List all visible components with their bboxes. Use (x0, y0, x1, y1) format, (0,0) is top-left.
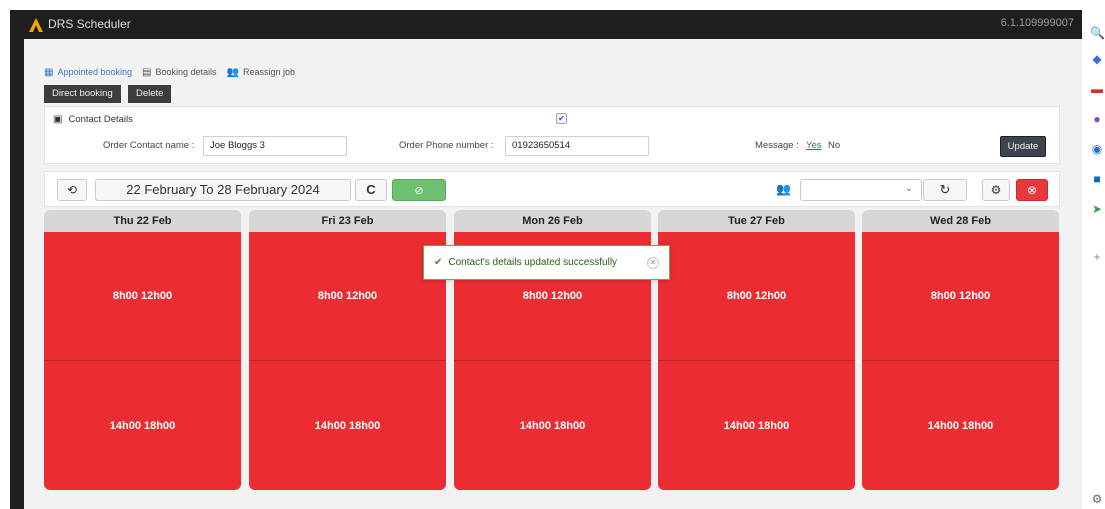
day-header: Mon 26 Feb (454, 210, 651, 232)
time-slot[interactable]: 8h00 12h00 (862, 232, 1059, 361)
tab-label: Reassign job (242, 67, 295, 77)
send-icon[interactable]: ➤ (1090, 202, 1104, 216)
copilot-icon[interactable]: ◉ (1090, 142, 1104, 156)
date-range-text: 22 February To 28 February 2024 (126, 182, 320, 197)
history-icon: ⟲ (66, 183, 78, 197)
reload-button[interactable]: ↻ (923, 179, 967, 201)
checkmark-icon: ✔ (434, 257, 443, 268)
time-slot[interactable]: 14h00 18h00 (249, 361, 446, 490)
phone-number-input[interactable]: 01923650514 (505, 136, 649, 156)
id-card-icon: ▣ (53, 114, 63, 125)
contact-details-heading: ▣ Contact Details (53, 114, 133, 125)
time-slot[interactable]: 14h00 18h00 (658, 361, 855, 490)
success-toast: ✔ Contact's details updated successfully… (423, 245, 670, 280)
refresh-button[interactable]: C (355, 179, 387, 201)
resource-select[interactable]: ⌄ (800, 179, 922, 201)
contact-name-input[interactable]: Joe Bloggs 3 (203, 136, 347, 156)
search-icon[interactable]: 🔍 (1090, 26, 1105, 40)
time-slot[interactable]: 8h00 12h00 (658, 232, 855, 361)
day-header: Fri 23 Feb (249, 210, 446, 232)
date-range-display[interactable]: 22 February To 28 February 2024 (95, 179, 351, 201)
briefcase-icon[interactable]: ▬ (1090, 82, 1104, 96)
tab-reassign-job[interactable]: 👥 Reassign job (227, 67, 295, 78)
contact-name-label: Order Contact name : (103, 140, 195, 151)
toast-close-icon[interactable]: ✕ (647, 257, 659, 269)
nav-tabs: ▦ Appointed booking ▤ Booking details 👥 … (44, 65, 295, 79)
direct-booking-button[interactable]: Direct booking (44, 85, 121, 103)
history-button[interactable]: ⟲ (57, 179, 87, 201)
cancel-button[interactable]: ⊗ (1016, 179, 1048, 201)
phone-number-label: Order Phone number : (399, 140, 494, 151)
contact-details-panel: ▣ Contact Details ✔ Order Contact name :… (44, 106, 1060, 164)
calendar-icon: ▦ (44, 66, 54, 78)
panel-title: Contact Details (68, 114, 133, 125)
message-yes-link[interactable]: Yes (806, 140, 822, 151)
day-column: Tue 27 Feb 8h00 12h00 14h00 18h00 (658, 210, 855, 491)
toast-message: Contact's details updated successfully (448, 257, 618, 268)
message-label: Message : (755, 140, 799, 151)
chevron-down-icon: ⌄ (904, 183, 913, 194)
message-no-option[interactable]: No (828, 140, 840, 151)
settings-button[interactable]: ⚙ (982, 179, 1010, 201)
time-slot[interactable]: 14h00 18h00 (862, 361, 1059, 490)
document-icon: ▤ (142, 66, 152, 78)
tab-label: Appointed booking (57, 67, 133, 77)
day-column: Wed 28 Feb 8h00 12h00 14h00 18h00 (862, 210, 1059, 491)
day-header: Thu 22 Feb (44, 210, 241, 232)
check-circle-icon: ⊘ (414, 185, 424, 197)
tab-booking-details[interactable]: ▤ Booking details (142, 67, 217, 78)
day-column: Thu 22 Feb 8h00 12h00 14h00 18h00 (44, 210, 241, 491)
gear-icon: ⚙ (990, 183, 1002, 197)
bottom-strip (24, 495, 1082, 509)
users-icon: 👥 (226, 66, 239, 78)
title-bar: DRS Scheduler 6.1.109999007 (10, 10, 1082, 39)
time-slot[interactable]: 14h00 18h00 (454, 361, 651, 490)
people-icon: 👥 (776, 182, 791, 196)
gear-icon[interactable]: ⚙ (1090, 492, 1104, 506)
people-rail-icon[interactable]: ● (1090, 112, 1104, 126)
app-title: DRS Scheduler (48, 17, 131, 31)
app-version: 6.1.109999007 (1000, 17, 1074, 29)
outlook-icon[interactable]: ■ (1090, 172, 1104, 186)
drs-logo-icon (29, 18, 43, 32)
refresh-c-icon: C (366, 182, 376, 197)
time-slot[interactable]: 8h00 12h00 (249, 232, 446, 361)
contact-checkbox[interactable]: ✔ (556, 113, 567, 124)
close-circle-icon: ⊗ (1026, 183, 1038, 197)
delete-button[interactable]: Delete (128, 85, 172, 103)
day-column: Fri 23 Feb 8h00 12h00 14h00 18h00 (249, 210, 446, 491)
schedule-toolbar: ⟲ 22 February To 28 February 2024 C ⊘ 👥 … (44, 171, 1060, 207)
tag-icon[interactable]: ◆ (1090, 52, 1104, 66)
tab-appointed-booking[interactable]: ▦ Appointed booking (44, 67, 132, 78)
tab-label: Booking details (155, 67, 217, 77)
day-header: Tue 27 Feb (658, 210, 855, 232)
time-slot[interactable]: 8h00 12h00 (44, 232, 241, 361)
add-icon[interactable]: + (1090, 250, 1104, 264)
time-slot[interactable]: 14h00 18h00 (44, 361, 241, 490)
reload-icon: ↻ (939, 182, 951, 197)
day-header: Wed 28 Feb (862, 210, 1059, 232)
outer-margin (0, 0, 10, 509)
update-button[interactable]: Update (1000, 136, 1046, 157)
confirm-button[interactable]: ⊘ (392, 179, 446, 201)
